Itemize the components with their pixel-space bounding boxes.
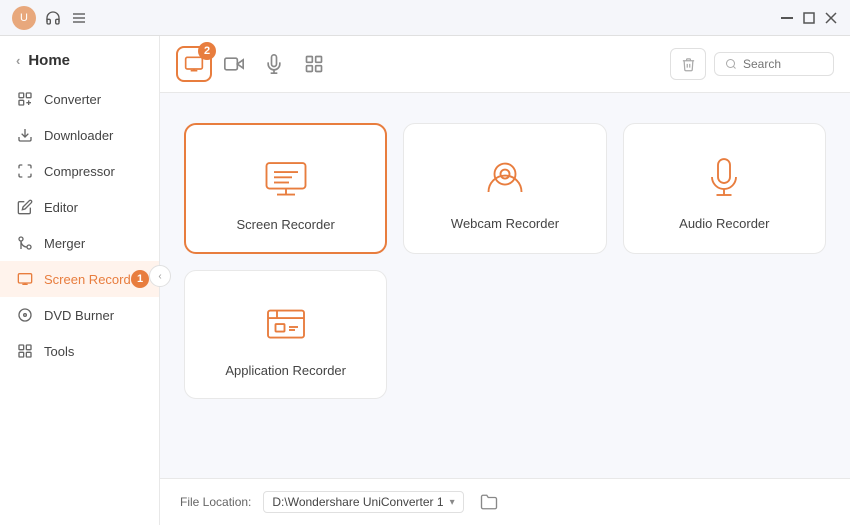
search-box[interactable] [714,52,834,76]
sidebar-label-screen-recorder: Screen Recorder [44,272,142,287]
tab-audio-recorder[interactable] [256,46,292,82]
sidebar-collapse-button[interactable]: ‹ [149,265,171,287]
toolbar-tabs: 2 [176,46,332,82]
editor-icon [16,198,34,216]
sidebar: ‹ Home Converter [0,36,160,525]
converter-icon [16,90,34,108]
sidebar-item-tools[interactable]: Tools [0,333,159,369]
sidebar-item-downloader[interactable]: Downloader [0,117,159,153]
webcam-recorder-label: Webcam Recorder [451,216,559,231]
toolbar-right [670,48,834,80]
sidebar-label-dvd-burner: DVD Burner [44,308,114,323]
screen-recorder-badge: 1 [131,270,149,288]
sidebar-item-compressor[interactable]: Compressor [0,153,159,189]
sidebar-item-converter[interactable]: Converter [0,81,159,117]
titlebar-controls [780,11,838,25]
audio-recorder-label: Audio Recorder [679,216,769,231]
home-label: Home [28,52,70,69]
titlebar-left: U [12,6,88,30]
menu-icon[interactable] [70,9,88,27]
audio-recorder-card-icon [699,152,749,202]
sidebar-label-downloader: Downloader [44,128,113,143]
delete-button[interactable] [670,48,706,80]
avatar: U [12,6,36,30]
back-arrow-icon: ‹ [16,53,20,68]
tab-screen-recorder[interactable]: 2 [176,46,212,82]
tab-webcam-recorder[interactable] [216,46,252,82]
audio-recorder-card[interactable]: Audio Recorder [623,123,826,254]
tools-icon [16,342,34,360]
sidebar-item-merger[interactable]: Merger [0,225,159,261]
minimize-button[interactable] [780,11,794,25]
main-content: 2 [160,36,850,525]
screen-recorder-label: Screen Recorder [237,217,335,232]
maximize-button[interactable] [802,11,816,25]
file-path-text: D:\Wondershare UniConverter 1 [272,495,443,509]
sidebar-label-converter: Converter [44,92,101,107]
application-recorder-card[interactable]: Application Recorder [184,270,387,399]
headphone-icon[interactable] [44,9,62,27]
webcam-recorder-card[interactable]: Webcam Recorder [403,123,606,254]
chevron-down-icon: ▾ [450,497,455,508]
toolbar: 2 [160,36,850,93]
tab-screen-recorder-badge: 2 [198,42,216,60]
sidebar-item-dvd-burner[interactable]: DVD Burner [0,297,159,333]
application-recorder-card-icon [261,299,311,349]
screen-recorder-card-icon [261,153,311,203]
tab-app-recorder[interactable] [296,46,332,82]
screen-recorder-card[interactable]: Screen Recorder [184,123,387,254]
open-folder-button[interactable] [476,489,502,515]
screen-recorder-icon [16,270,34,288]
sidebar-home[interactable]: ‹ Home [0,44,159,81]
sidebar-label-editor: Editor [44,200,78,215]
sidebar-label-compressor: Compressor [44,164,115,179]
compressor-icon [16,162,34,180]
close-button[interactable] [824,11,838,25]
merger-icon [16,234,34,252]
app-container: ‹ Home Converter [0,36,850,525]
application-recorder-label: Application Recorder [225,363,346,378]
sidebar-label-tools: Tools [44,344,74,359]
downloader-icon [16,126,34,144]
recorder-grid: Screen Recorder Webcam Recorder [160,93,850,429]
file-location-path[interactable]: D:\Wondershare UniConverter 1 ▾ [263,491,463,513]
file-location-label: File Location: [180,495,251,509]
dvd-burner-icon [16,306,34,324]
titlebar: U [0,0,850,36]
sidebar-item-screen-recorder[interactable]: Screen Recorder 1 [0,261,159,297]
footer: File Location: D:\Wondershare UniConvert… [160,478,850,525]
search-input[interactable] [743,57,823,71]
sidebar-label-merger: Merger [44,236,85,251]
sidebar-item-editor[interactable]: Editor [0,189,159,225]
webcam-recorder-card-icon [480,152,530,202]
